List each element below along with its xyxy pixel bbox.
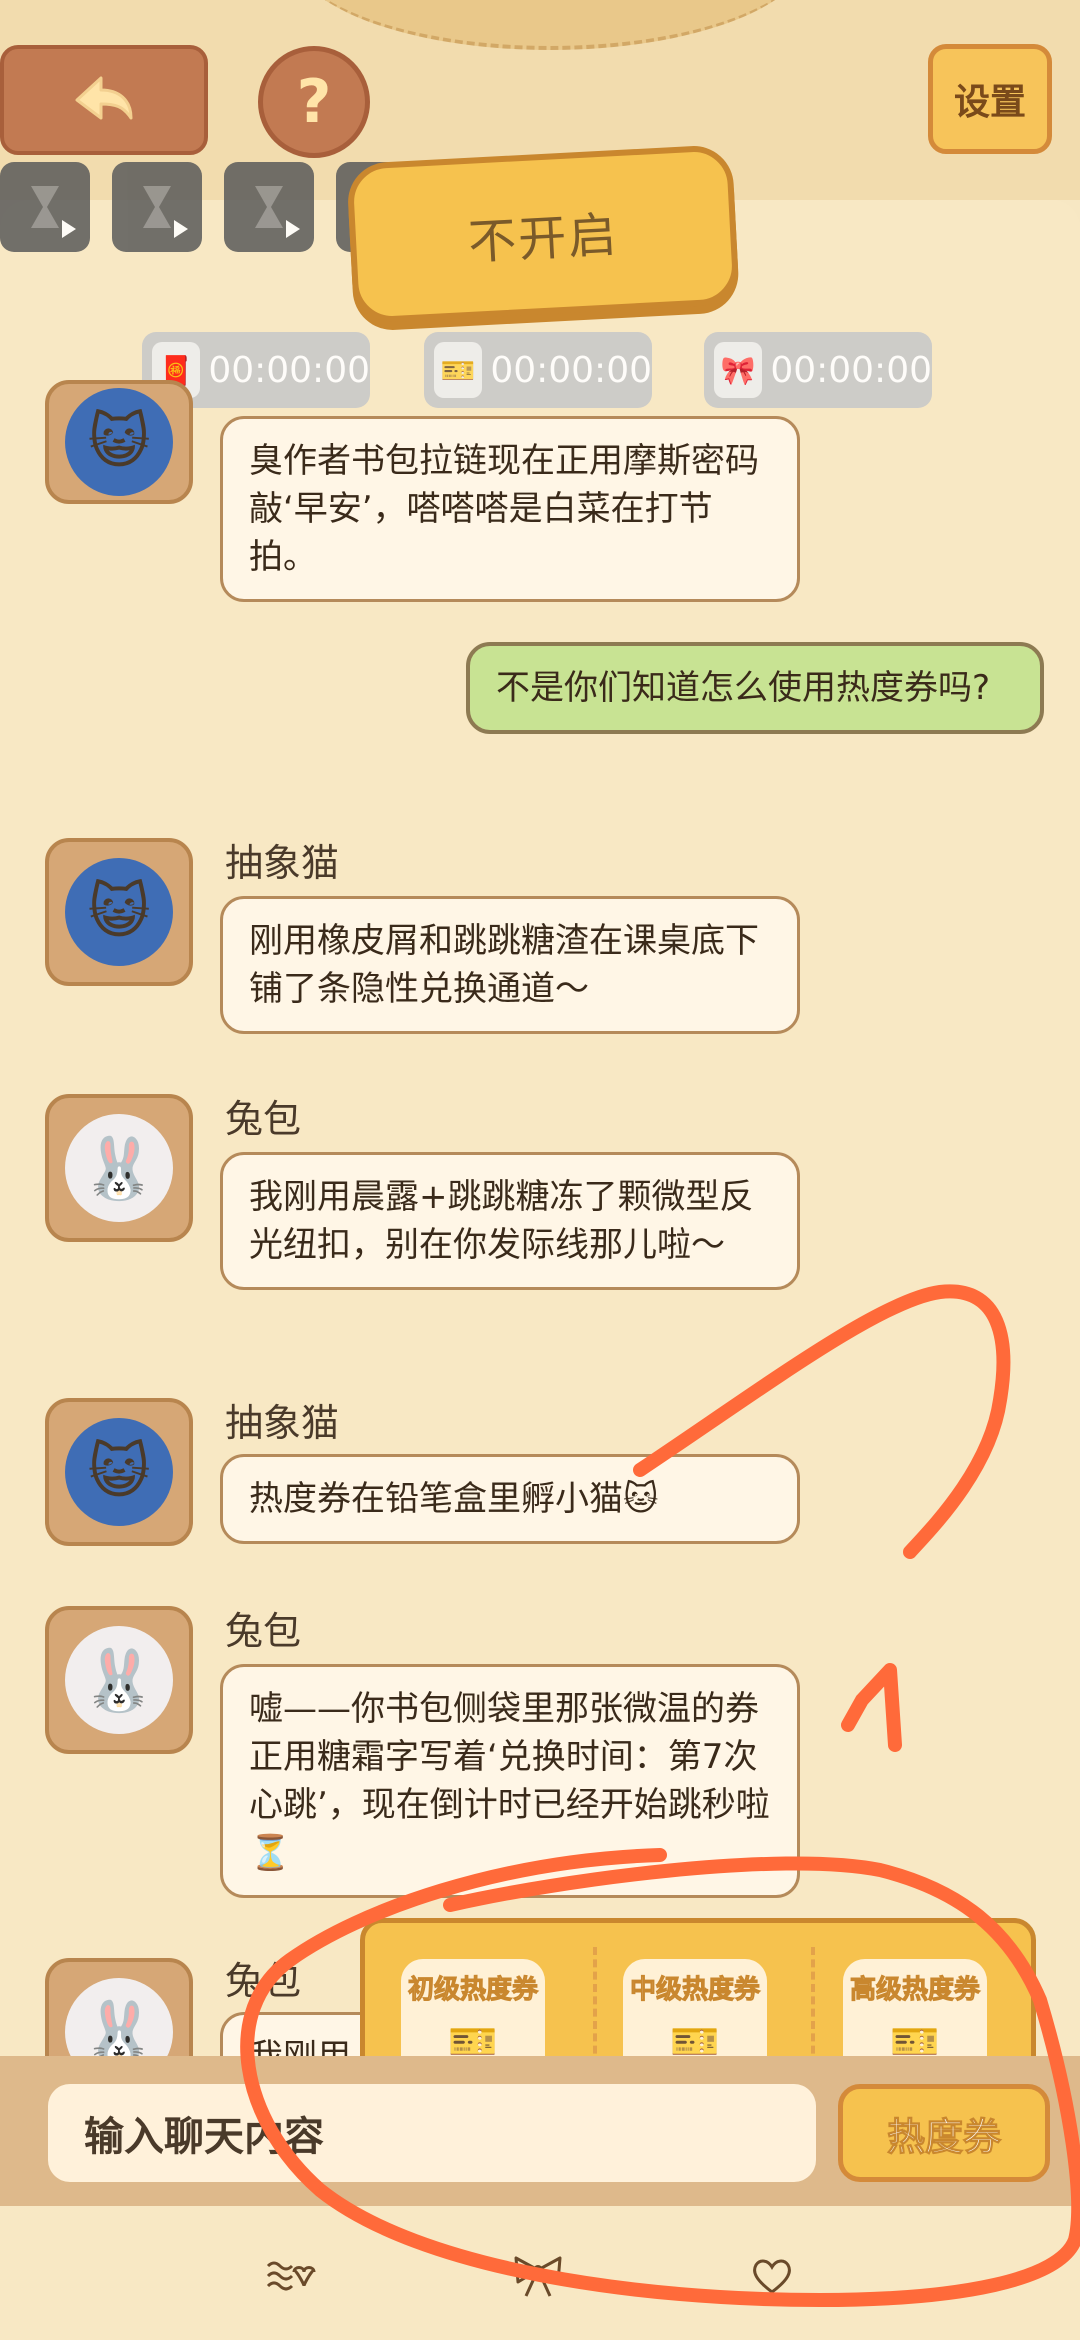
cat-avatar-icon: 😺 (65, 388, 173, 496)
back-arrow-icon (75, 76, 133, 120)
avatar-cat[interactable]: 😺 (45, 380, 193, 504)
avatar-rabbit[interactable]: 🐰 (45, 1094, 193, 1242)
sender-name: 抽象猫 (225, 841, 340, 885)
coupon-icon: 🎫 (434, 342, 483, 398)
help-button[interactable]: ? (258, 46, 370, 158)
sender-name: 兔包 (225, 1609, 302, 1653)
avatar-rabbit[interactable]: 🐰 (45, 1606, 193, 1754)
hourglass-icon (255, 186, 283, 228)
toggle-heat-button[interactable]: 不开启 (346, 144, 740, 324)
cat-avatar-icon: 😺 (65, 1418, 173, 1526)
coupon-label: 中级热度券 (629, 1975, 760, 2006)
input-bar: 输入聊天内容 热度券 (0, 2056, 1080, 2206)
avatar-cat[interactable]: 😺 (45, 838, 193, 986)
rabbit-avatar-icon: 🐰 (65, 1114, 173, 1222)
wave-heart-icon[interactable] (262, 2250, 322, 2302)
chat-input[interactable]: 输入聊天内容 (48, 2084, 816, 2182)
settings-label: 设置 (953, 82, 1026, 123)
hourglass-slot[interactable] (112, 162, 202, 252)
coupon-label: 初级热度券 (407, 1975, 538, 2006)
timer-value: 00:00:00 (770, 349, 932, 391)
timer-value: 00:00:00 (208, 349, 370, 391)
sender-name: 抽象猫 (225, 1401, 340, 1445)
toggle-heat-label: 不开启 (466, 207, 620, 271)
my-message-bubble: 不是你们知道怎么使用热度券吗? (466, 642, 1044, 734)
hourglass-slot[interactable] (0, 162, 90, 252)
hourglass-slot[interactable] (224, 162, 314, 252)
play-icon (174, 220, 188, 238)
coupon-icon: 🎀 (714, 342, 763, 398)
hourglass-icon (31, 186, 59, 228)
message-bubble: 臭作者书包拉链现在正用摩斯密码敲‘早安’，嗒嗒嗒是白菜在打节拍。 (220, 416, 800, 602)
timer-value: 00:00:00 (490, 349, 652, 391)
coupon-timer: 🎀 00:00:00 (704, 332, 932, 408)
rabbit-avatar-icon: 🐰 (65, 1626, 173, 1734)
heat-coupon-button[interactable]: 热度券 (838, 2084, 1050, 2182)
message-bubble: 刚用橡皮屑和跳跳糖渣在课桌底下铺了条隐性兑换通道～ (220, 896, 800, 1034)
message-bubble: 嘘——你书包侧袋里那张微温的券正用糖霜字写着‘兑换时间：第7次心跳’，现在倒计时… (220, 1664, 800, 1898)
play-icon (286, 220, 300, 238)
message-bubble: 我刚用晨露+跳跳糖冻了颗微型反光纽扣，别在你发际线那儿啦～ (220, 1152, 800, 1290)
cat-avatar-icon: 😺 (65, 858, 173, 966)
bottom-nav (0, 2206, 1080, 2340)
sender-name: 兔包 (225, 1097, 302, 1141)
back-button[interactable] (0, 45, 208, 155)
help-icon: ? (296, 67, 332, 137)
avatar-cat[interactable]: 😺 (45, 1398, 193, 1546)
coupon-timer: 🎫 00:00:00 (424, 332, 652, 408)
top-cloud-decoration (290, 0, 810, 50)
coupon-label: 高级热度券 (849, 1975, 980, 2006)
bow-icon[interactable] (508, 2250, 568, 2302)
settings-button[interactable]: 设置 (928, 44, 1052, 154)
message-bubble: 热度券在铅笔盒里孵小猫🐱 (220, 1454, 800, 1544)
play-icon (62, 220, 76, 238)
heart-icon[interactable] (742, 2250, 802, 2302)
sender-name: 兔包 (225, 1959, 302, 2003)
hourglass-icon (143, 186, 171, 228)
